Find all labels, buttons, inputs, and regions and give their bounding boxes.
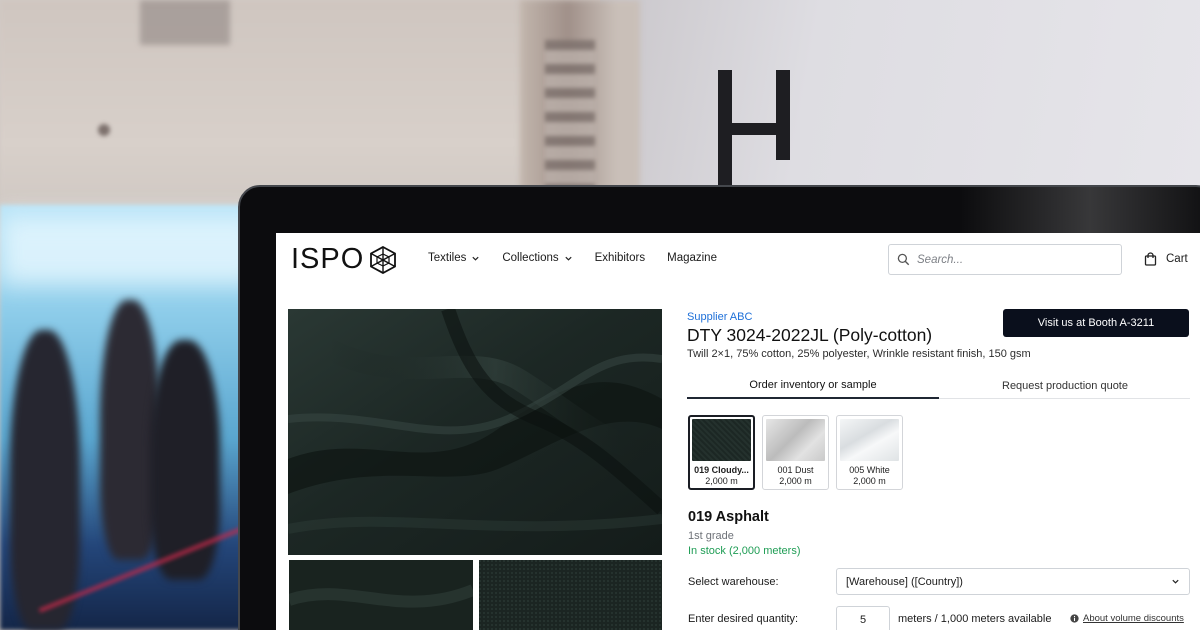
warehouse-select[interactable]: [Warehouse] ([Country]) (836, 568, 1190, 595)
swatch-qty: 2,000 m (779, 476, 812, 486)
background-window (140, 0, 230, 45)
shopping-bag-icon (1144, 252, 1157, 266)
swatch-name: 001 Dust (777, 465, 814, 475)
swatch-name: 019 Cloudy... (694, 465, 749, 475)
product-main-image[interactable] (288, 309, 662, 555)
logo-text: ISPO (291, 243, 365, 275)
swatch-019-cloudy[interactable]: 019 Cloudy... 2,000 m (688, 415, 755, 490)
supplier-link[interactable]: Supplier ABC (687, 311, 752, 323)
warehouse-label: Select warehouse: (688, 576, 779, 588)
chevron-down-icon (472, 256, 479, 261)
swatch-image (840, 419, 899, 461)
swatch-001-dust[interactable]: 001 Dust 2,000 m (762, 415, 829, 490)
search-icon (897, 253, 910, 266)
nav-magazine-label: Magazine (667, 252, 717, 264)
swatch-005-white[interactable]: 005 White 2,000 m (836, 415, 903, 490)
fabric-texture-image (479, 560, 662, 630)
availability-text: meters / 1,000 meters available (898, 613, 1052, 625)
background-person (10, 330, 80, 630)
swatch-image (766, 419, 825, 461)
tab-order-inventory[interactable]: Order inventory or sample (687, 372, 939, 399)
search-box[interactable] (888, 244, 1122, 275)
logo-cube-icon (370, 245, 397, 274)
nav-textiles-label: Textiles (428, 252, 467, 264)
swatch-qty: 2,000 m (853, 476, 886, 486)
cart-link[interactable]: Cart (1144, 252, 1188, 266)
background-light (98, 124, 110, 136)
quantity-input[interactable] (836, 606, 890, 630)
site-header: ISPO Textiles Collections Exhibitors Mag… (276, 233, 1200, 285)
background-glow (0, 215, 260, 285)
signage-letters-icon (718, 70, 790, 190)
quantity-label: Enter desired quantity: (688, 613, 799, 625)
nav-textiles[interactable]: Textiles (428, 252, 480, 264)
product-description: Twill 2×1, 75% cotton, 25% polyester, Wr… (687, 348, 1031, 360)
product-thumbnail[interactable] (479, 560, 662, 630)
background-signage (700, 60, 810, 190)
volume-discounts-link[interactable]: About volume discounts (1083, 613, 1184, 624)
background-scaffold (545, 40, 595, 190)
product-title: DTY 3024-2022JL (Poly-cotton) (687, 325, 933, 345)
info-icon (1070, 614, 1079, 623)
chevron-down-icon (564, 256, 572, 261)
swatch-image (692, 419, 751, 461)
tab-production-quote[interactable]: Request production quote (939, 372, 1191, 399)
nav-magazine[interactable]: Magazine (667, 252, 717, 264)
stock-status: In stock (2,000 meters) (688, 545, 801, 557)
nav-collections[interactable]: Collections (502, 252, 572, 264)
main-nav: Textiles Collections Exhibitors Magazine (428, 252, 717, 264)
selected-color-name: 019 Asphalt (688, 509, 769, 525)
nav-exhibitors[interactable]: Exhibitors (595, 252, 646, 264)
fabric-drape-image (288, 309, 662, 555)
volume-discounts: About volume discounts (1070, 613, 1184, 624)
grade-label: 1st grade (688, 530, 734, 542)
cart-label: Cart (1166, 253, 1188, 265)
chevron-down-icon (1172, 579, 1179, 584)
order-tabs: Order inventory or sample Request produc… (687, 372, 1190, 399)
background-wall-right (600, 0, 1200, 200)
visit-booth-button[interactable]: Visit us at Booth A-3211 (1003, 309, 1189, 337)
laptop-screen: ISPO Textiles Collections Exhibitors Mag… (276, 233, 1200, 630)
swatch-name: 005 White (849, 465, 890, 475)
nav-exhibitors-label: Exhibitors (594, 252, 646, 264)
bezel-reflection (960, 187, 1200, 233)
warehouse-value: [Warehouse] ([Country]) (846, 575, 963, 588)
nav-collections-label: Collections (502, 252, 559, 264)
swatch-qty: 2,000 m (705, 476, 738, 486)
product-thumbnail[interactable] (289, 560, 473, 630)
color-swatches: 019 Cloudy... 2,000 m 001 Dust 2,000 m 0… (688, 415, 903, 490)
site-logo[interactable]: ISPO (291, 243, 397, 276)
search-input[interactable] (917, 253, 1107, 266)
fabric-thumbnail-image (289, 560, 473, 630)
